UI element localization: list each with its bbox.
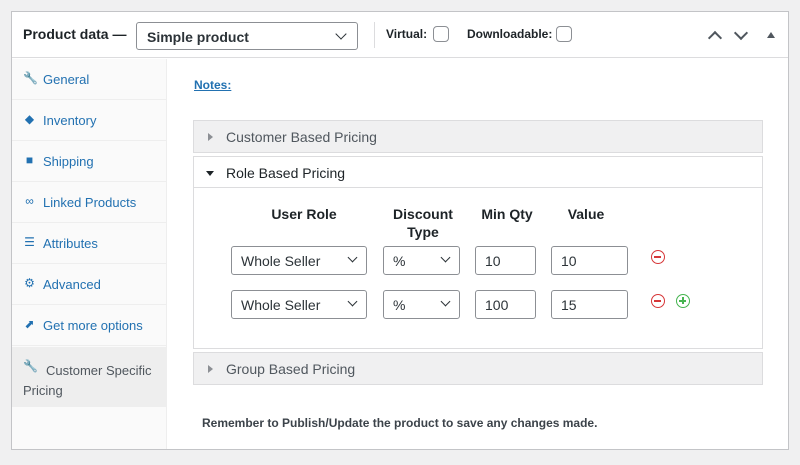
add-row-icon[interactable] (676, 294, 690, 308)
save-reminder: Remember to Publish/Update the product t… (202, 416, 598, 430)
header-divider (374, 22, 375, 48)
pricing-content: Notes: Customer Based Pricing Role Based… (167, 59, 788, 449)
panel-title: Product data — (23, 26, 127, 42)
tab-customer-specific-pricing[interactable]: 🔧 Customer Specific Pricing (12, 347, 167, 407)
product-data-panel: Product data — Simple product Virtual: D… (11, 11, 789, 450)
section-title: Customer Based Pricing (226, 129, 377, 145)
move-down-icon[interactable] (733, 28, 747, 42)
link-icon: ∞ (25, 194, 34, 208)
product-type-value: Simple product (147, 29, 249, 45)
downloadable-label: Downloadable: (467, 27, 553, 41)
tab-linked-products[interactable]: ∞ Linked Products (12, 182, 167, 223)
downloadable-checkbox[interactable] (556, 26, 572, 42)
virtual-checkbox[interactable] (433, 26, 449, 42)
tab-label: Get more options (43, 318, 143, 333)
min-qty-value: 100 (485, 297, 509, 313)
section-title: Role Based Pricing (226, 165, 346, 181)
tab-label: Attributes (43, 236, 98, 251)
wrench-icon: 🔧 (23, 71, 38, 85)
value-input[interactable]: 15 (551, 290, 628, 319)
tab-inventory[interactable]: ◆ Inventory (12, 100, 167, 141)
tab-label: Advanced (43, 277, 101, 292)
col-header-discount-type: Discount Type (393, 206, 453, 240)
user-role-select[interactable]: Whole Seller (231, 290, 367, 319)
tab-label: General (43, 72, 90, 87)
discount-type-select[interactable]: % (383, 246, 460, 275)
caret-down-icon (206, 171, 214, 176)
plugin-icon: ⬈ (24, 317, 35, 331)
role-based-pricing-toggle[interactable]: Role Based Pricing (194, 157, 762, 188)
gear-icon: ⚙ (24, 276, 35, 290)
value-input[interactable]: 10 (551, 246, 628, 275)
remove-row-icon[interactable] (651, 250, 665, 264)
caret-right-icon (208, 365, 213, 373)
tab-label: Inventory (43, 113, 97, 128)
chevron-down-icon (440, 296, 451, 307)
col-header-min-qty: Min Qty (481, 206, 533, 222)
move-up-icon[interactable] (707, 28, 721, 42)
tab-label: Shipping (43, 154, 94, 169)
chevron-down-icon (347, 252, 358, 263)
tab-general[interactable]: 🔧 General (12, 59, 167, 100)
user-role-select[interactable]: Whole Seller (231, 246, 367, 275)
value-amount: 10 (561, 253, 577, 269)
tab-attributes[interactable]: ☰ Attributes (12, 223, 167, 264)
product-data-tabs: 🔧 General ◆ Inventory ■ Shipping ∞ Linke… (12, 59, 167, 449)
caret-right-icon (208, 133, 213, 141)
customer-based-pricing-section: Customer Based Pricing (193, 120, 763, 153)
discount-type-value: % (393, 297, 406, 313)
tab-shipping[interactable]: ■ Shipping (12, 141, 167, 182)
tab-get-more-options[interactable]: ⬈ Get more options (12, 305, 167, 346)
collapse-panel-icon[interactable] (765, 28, 779, 42)
group-based-pricing-section: Group Based Pricing (193, 352, 763, 385)
tab-advanced[interactable]: ⚙ Advanced (12, 264, 167, 305)
notes-link[interactable]: Notes: (194, 78, 231, 92)
list-icon: ☰ (24, 235, 35, 249)
user-role-value: Whole Seller (241, 297, 321, 313)
virtual-label: Virtual: (386, 27, 428, 41)
tab-label: Customer Specific Pricing (23, 363, 152, 398)
role-based-pricing-section: Role Based Pricing User Role Discount Ty… (193, 156, 763, 349)
section-title: Group Based Pricing (226, 361, 356, 377)
discount-type-select[interactable]: % (383, 290, 460, 319)
user-role-value: Whole Seller (241, 253, 321, 269)
remove-row-icon[interactable] (651, 294, 665, 308)
col-header-user-role: User Role (271, 206, 337, 222)
customer-based-pricing-toggle[interactable]: Customer Based Pricing (194, 121, 762, 152)
col-header-value: Value (567, 206, 605, 222)
group-based-pricing-toggle[interactable]: Group Based Pricing (194, 353, 762, 384)
chevron-down-icon (335, 28, 347, 40)
value-amount: 15 (561, 297, 577, 313)
discount-type-value: % (393, 253, 406, 269)
product-data-header: Product data — Simple product Virtual: D… (12, 12, 788, 58)
chevron-down-icon (347, 296, 358, 307)
min-qty-input[interactable]: 100 (475, 290, 536, 319)
min-qty-value: 10 (485, 253, 501, 269)
chevron-down-icon (440, 252, 451, 263)
tag-icon: ◆ (24, 112, 35, 126)
tab-label: Linked Products (43, 195, 137, 210)
min-qty-input[interactable]: 10 (475, 246, 536, 275)
truck-icon: ■ (25, 153, 34, 167)
product-type-select[interactable]: Simple product (136, 22, 358, 50)
